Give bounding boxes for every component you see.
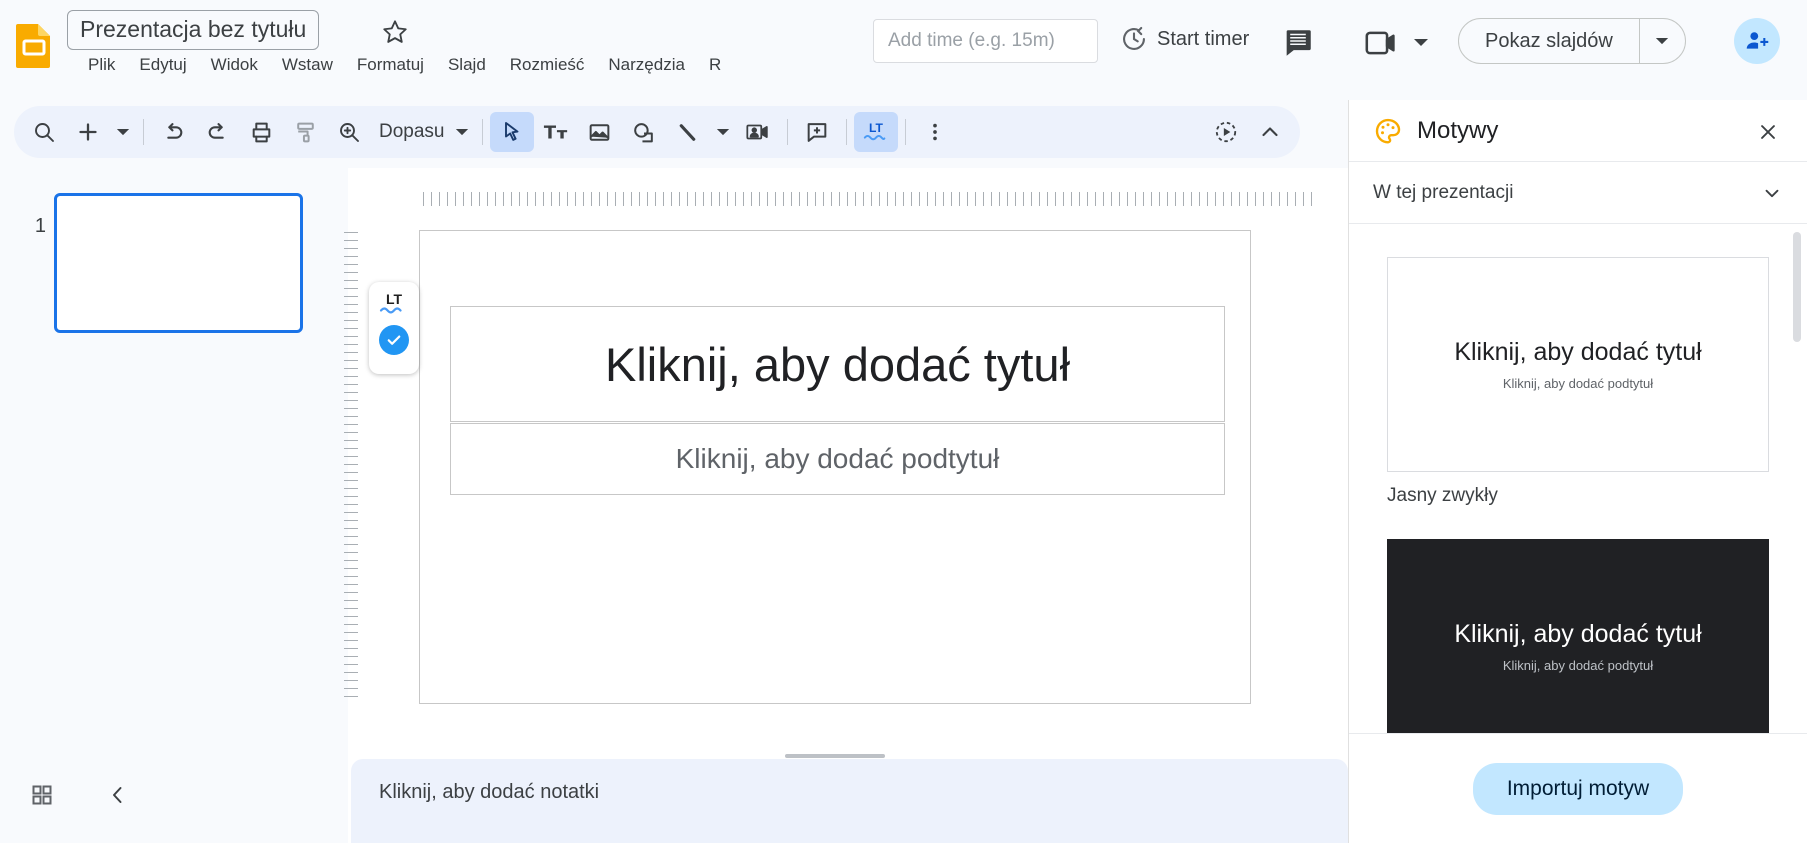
collapse-toolbar-icon[interactable] [1248, 112, 1292, 152]
import-theme-button[interactable]: Importuj motyw [1472, 762, 1684, 815]
theme-card-dark: Kliknij, aby dodać tytuł Kliknij, aby do… [1387, 539, 1769, 733]
line-icon[interactable] [666, 112, 710, 152]
slide-canvas[interactable]: Kliknij, aby dodać tytuł Kliknij, aby do… [419, 230, 1251, 704]
menu-item-formatuj[interactable]: Formatuj [345, 52, 436, 78]
present-dropdown-caret-icon[interactable] [1638, 19, 1685, 63]
text-box-icon[interactable] [534, 112, 578, 152]
zoom-level-label[interactable]: Dopasu [371, 121, 449, 143]
themes-panel: Motywy W tej prezentacji Kliknij, aby do… [1348, 100, 1807, 843]
comment-icon[interactable] [1281, 26, 1317, 62]
themes-list: Kliknij, aby dodać tytuł Kliknij, aby do… [1349, 225, 1807, 733]
menu-item-rozmiesc[interactable]: Rozmieść [498, 52, 597, 78]
theme-thumb-title: Kliknij, aby dodać tytuł [1454, 620, 1702, 648]
redo-icon[interactable] [195, 112, 239, 152]
person-add-icon [1744, 28, 1770, 54]
themes-title-group: Motywy [1373, 116, 1498, 146]
slide-thumbnail-1[interactable] [54, 193, 303, 333]
star-outline-icon[interactable] [380, 17, 410, 47]
slide-filmstrip-panel: 1 [0, 168, 348, 843]
menu-bar: Plik Edytuj Widok Wstaw Formatuj Slajd R… [76, 52, 733, 78]
theme-thumb-title: Kliknij, aby dodać tytuł [1454, 338, 1702, 366]
undo-icon[interactable] [151, 112, 195, 152]
app-header: Prezentacja bez tytułu Plik Edytuj Widok… [0, 0, 1807, 92]
chevron-left-icon[interactable] [98, 775, 138, 815]
themes-panel-title: Motywy [1417, 117, 1499, 144]
themes-section-label: W tej prezentacji [1373, 181, 1514, 203]
new-slide-icon[interactable] [66, 112, 110, 152]
document-title-input[interactable]: Prezentacja bez tytułu [67, 10, 320, 50]
theme-name-light: Jasny zwykły [1387, 485, 1498, 506]
menu-item-widok[interactable]: Widok [199, 52, 270, 78]
shape-icon[interactable] [622, 112, 666, 152]
start-timer-label: Start timer [1157, 27, 1250, 50]
share-button[interactable] [1734, 18, 1780, 64]
video-camera-icon[interactable] [1363, 27, 1401, 61]
main-toolbar: Dopasu LT [14, 106, 1300, 158]
search-icon[interactable] [22, 112, 66, 152]
notes-resize-handle[interactable] [785, 754, 885, 758]
timer-icon [1120, 25, 1148, 53]
svg-text:LT: LT [386, 291, 403, 307]
menu-item-slajd[interactable]: Slajd [436, 52, 498, 78]
google-slides-window: Prezentacja bez tytułu Plik Edytuj Widok… [0, 0, 1807, 843]
select-cursor-icon[interactable] [489, 112, 534, 152]
image-icon[interactable] [578, 112, 622, 152]
slide-editor-canvas-area: Kliknij, aby dodać tytuł Kliknij, aby do… [344, 168, 1348, 843]
speaker-notes-panel[interactable]: Kliknij, aby dodać notatki [351, 759, 1348, 843]
theme-thumb-subtitle: Kliknij, aby dodać podtytuł [1502, 376, 1654, 391]
menu-item-plik[interactable]: Plik [76, 52, 127, 78]
theme-card-light: Kliknij, aby dodać tytuł Kliknij, aby do… [1387, 257, 1769, 507]
menu-item-rozszerzenia[interactable]: R [697, 52, 733, 78]
present-button[interactable]: Pokaz slajdów [1459, 19, 1639, 63]
slide-number: 1 [34, 215, 46, 237]
grid-view-icon[interactable] [22, 775, 62, 815]
slides-logo-icon [14, 22, 54, 70]
line-dropdown-caret-icon[interactable] [710, 112, 736, 152]
toolbar-divider [904, 119, 906, 145]
document-title-wrap: Prezentacja bez tytułu [67, 10, 320, 50]
new-slide-dropdown-caret-icon[interactable] [110, 112, 136, 152]
palette-icon [1373, 116, 1403, 146]
subtitle-placeholder[interactable]: Kliknij, aby dodać podtytuł [450, 423, 1225, 495]
zoom-icon[interactable] [327, 112, 371, 152]
languagetool-icon[interactable]: LT [853, 112, 898, 152]
theme-thumb-subtitle: Kliknij, aby dodać podtytuł [1502, 658, 1654, 673]
toolbar-divider [845, 119, 847, 145]
paint-format-icon[interactable] [283, 112, 327, 152]
horizontal-ruler[interactable] [423, 192, 1316, 206]
toolbar-right-group [1204, 112, 1292, 152]
languagetool-logo-icon: LT [379, 291, 403, 314]
toolbar-divider [143, 119, 144, 145]
title-placeholder[interactable]: Kliknij, aby dodać tytuł [450, 306, 1225, 422]
themes-panel-footer: Importuj motyw [1349, 733, 1807, 843]
present-button-group: Pokaz slajdów [1458, 18, 1686, 64]
filmstrip-bottom-bar [0, 747, 348, 843]
close-icon[interactable] [1751, 115, 1785, 149]
more-options-icon[interactable] [913, 112, 957, 152]
filmstrip-slide-item: 1 [0, 193, 348, 333]
theme-thumbnail-dark[interactable]: Kliknij, aby dodać tytuł Kliknij, aby do… [1387, 539, 1769, 733]
check-circle-icon [379, 325, 409, 355]
toolbar-divider [481, 119, 483, 145]
themes-section-current-presentation[interactable]: W tej prezentacji [1349, 162, 1807, 224]
theme-thumbnail-light[interactable]: Kliknij, aby dodać tytuł Kliknij, aby do… [1387, 257, 1769, 472]
caret-down-icon[interactable] [1413, 38, 1429, 48]
print-icon[interactable] [239, 112, 283, 152]
insert-video-icon[interactable] [736, 112, 780, 152]
svg-text:LT: LT [869, 121, 884, 135]
timer-input[interactable] [873, 19, 1098, 63]
vertical-ruler[interactable] [344, 232, 358, 700]
transition-icon[interactable] [1204, 112, 1248, 152]
menu-item-wstaw[interactable]: Wstaw [270, 52, 345, 78]
toolbar-divider [786, 119, 788, 145]
menu-item-edytuj[interactable]: Edytuj [127, 52, 198, 78]
chevron-down-icon [1761, 182, 1783, 204]
menu-item-narzedzia[interactable]: Narzędzia [596, 52, 697, 78]
zoom-dropdown-caret-icon[interactable] [449, 112, 475, 152]
add-comment-icon[interactable] [795, 112, 839, 152]
present-label: Pokaz slajdów [1485, 29, 1613, 52]
start-timer-button[interactable]: Start timer [1120, 25, 1249, 53]
languagetool-widget[interactable]: LT [369, 282, 419, 374]
themes-panel-header: Motywy [1349, 100, 1807, 162]
